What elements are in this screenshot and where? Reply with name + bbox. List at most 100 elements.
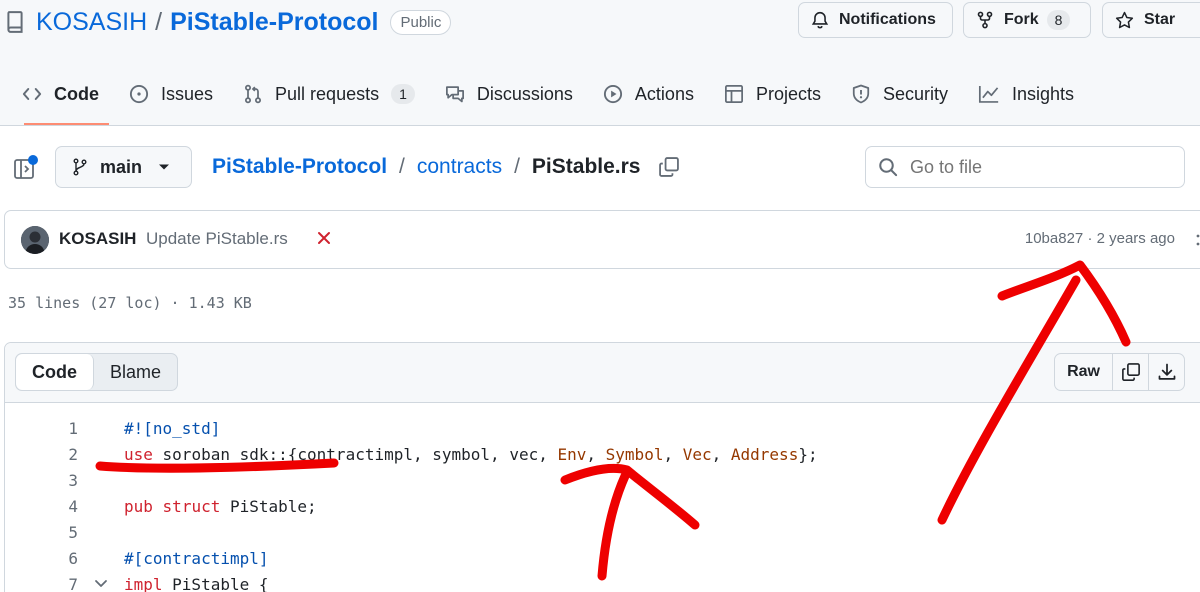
line-number[interactable]: 2 xyxy=(5,445,78,464)
tab-discussions[interactable]: Discussions xyxy=(437,74,581,114)
breadcrumb-separator: / xyxy=(514,155,520,178)
code-line: 7 impl PiStable { xyxy=(5,571,1200,592)
raw-button[interactable]: Raw xyxy=(1055,354,1112,390)
code-view-button[interactable]: Code xyxy=(16,354,94,390)
code-text: #![no_std] xyxy=(124,418,221,438)
repo-title-separator: / xyxy=(155,7,163,36)
bell-icon xyxy=(811,11,829,29)
fork-label: Fork xyxy=(1004,11,1039,28)
branch-icon xyxy=(73,158,87,176)
go-to-file-input[interactable] xyxy=(910,156,1170,178)
fork-icon xyxy=(977,11,993,29)
tab-pull-requests[interactable]: Pull requests 1 xyxy=(235,74,423,114)
download-icon xyxy=(1158,363,1175,380)
code-line: 3 xyxy=(5,467,1200,493)
pull-request-icon xyxy=(245,84,262,104)
pull-request-count: 1 xyxy=(391,84,415,104)
breadcrumb-repo-link[interactable]: PiStable-Protocol xyxy=(212,155,387,179)
star-icon xyxy=(1115,11,1134,28)
tab-actions[interactable]: Actions xyxy=(595,74,702,114)
notifications-label: Notifications xyxy=(839,11,936,28)
sidebar-expand-icon xyxy=(14,155,38,179)
copy-raw-button[interactable] xyxy=(1112,354,1148,390)
star-button[interactable]: Star xyxy=(1102,2,1200,38)
tab-code[interactable]: Code xyxy=(14,74,109,125)
code-line: 2 use soroban_sdk::{contractimpl, symbol… xyxy=(5,441,1200,467)
check-failed-icon[interactable] xyxy=(317,231,331,250)
code-line: 5 xyxy=(5,519,1200,545)
graph-icon xyxy=(978,86,999,103)
commit-author-link[interactable]: KOSASIH xyxy=(59,229,136,249)
code-icon xyxy=(22,88,42,100)
discussion-icon xyxy=(445,86,464,103)
history-icon[interactable] xyxy=(1193,233,1200,252)
breadcrumb-file-name: PiStable.rs xyxy=(531,155,641,178)
tab-label: Discussions xyxy=(476,83,573,104)
repo-icon xyxy=(6,11,24,33)
view-mode-toggle: Code Blame xyxy=(15,353,179,391)
copy-icon xyxy=(1121,363,1140,381)
caret-down-icon xyxy=(159,164,170,170)
expand-file-tree-button[interactable] xyxy=(13,154,39,180)
visibility-badge: Public xyxy=(390,9,452,35)
issue-icon xyxy=(129,84,149,104)
breadcrumb-folder-link[interactable]: contracts xyxy=(417,155,502,179)
code-line: 1 #![no_std] xyxy=(5,415,1200,441)
table-icon xyxy=(724,85,743,103)
tab-projects[interactable]: Projects xyxy=(716,74,829,114)
repo-owner-link[interactable]: KOSASIH xyxy=(36,8,147,37)
repo-header: KOSASIH / PiStable-Protocol Public Notif… xyxy=(0,0,1200,126)
tab-security[interactable]: Security xyxy=(843,74,956,114)
tab-label: Actions xyxy=(634,83,694,104)
line-number[interactable]: 3 xyxy=(5,471,78,490)
code-line: 4 pub struct PiStable; xyxy=(5,493,1200,519)
repo-nav-tabs: Code Issues Pull requests 1 Discussions … xyxy=(0,74,1082,126)
search-icon xyxy=(879,158,898,177)
shield-icon xyxy=(852,84,870,104)
star-label: Star xyxy=(1144,11,1176,28)
code-text: impl PiStable { xyxy=(124,574,269,592)
play-icon xyxy=(603,84,622,104)
tab-insights[interactable]: Insights xyxy=(970,74,1082,114)
repo-name-link[interactable]: PiStable-Protocol xyxy=(170,8,378,37)
code-listing: 1 #![no_std] 2 use soroban_sdk::{contrac… xyxy=(5,415,1200,592)
breadcrumb-separator: / xyxy=(399,155,405,178)
tab-label: Projects xyxy=(755,83,821,104)
copy-path-button[interactable] xyxy=(658,156,680,178)
branch-selector[interactable]: main xyxy=(55,146,192,188)
tab-issues[interactable]: Issues xyxy=(121,74,221,114)
tab-label: Insights xyxy=(1012,83,1075,104)
avatar[interactable] xyxy=(21,226,49,254)
fork-count: 8 xyxy=(1046,10,1071,30)
line-number[interactable]: 5 xyxy=(5,523,78,542)
tab-label: Code xyxy=(54,83,99,104)
line-number[interactable]: 4 xyxy=(5,497,78,516)
code-text: pub struct PiStable; xyxy=(124,496,317,516)
line-number[interactable]: 1 xyxy=(5,419,78,438)
copy-icon xyxy=(659,157,680,177)
code-text: use soroban_sdk::{contractimpl, symbol, … xyxy=(124,444,818,464)
line-number[interactable]: 7 xyxy=(5,575,78,592)
tab-label: Pull requests xyxy=(275,83,380,104)
tab-label: Security xyxy=(882,83,949,104)
fork-button[interactable]: Fork 8 xyxy=(963,2,1091,38)
tab-label: Issues xyxy=(161,83,214,104)
code-line: 6 #[contractimpl] xyxy=(5,545,1200,571)
code-text: #[contractimpl] xyxy=(124,548,269,568)
go-to-file-search[interactable] xyxy=(865,146,1185,188)
file-info: 35 lines (27 loc) · 1.43 KB xyxy=(8,294,252,312)
latest-commit-bar: KOSASIH Update PiStable.rs 10ba827 · 2 y… xyxy=(4,210,1200,269)
breadcrumb: PiStable-Protocol / contracts / PiStable… xyxy=(212,152,680,182)
line-number[interactable]: 6 xyxy=(5,549,78,568)
fold-chevron-icon[interactable] xyxy=(78,579,124,589)
file-viewer: Code Blame Raw 1 #![no_std] 2 use soroba… xyxy=(4,342,1200,592)
file-actions: Raw xyxy=(1054,353,1185,391)
file-viewer-header: Code Blame Raw xyxy=(5,343,1200,403)
download-button[interactable] xyxy=(1148,354,1184,390)
notifications-button[interactable]: Notifications xyxy=(798,2,953,38)
commit-message-link[interactable]: Update PiStable.rs xyxy=(146,229,288,249)
repo-title: KOSASIH / PiStable-Protocol Public xyxy=(6,6,452,38)
branch-name: main xyxy=(100,156,143,177)
blame-view-button[interactable]: Blame xyxy=(94,354,177,390)
commit-sha-and-time[interactable]: 10ba827 · 2 years ago xyxy=(1025,230,1175,247)
